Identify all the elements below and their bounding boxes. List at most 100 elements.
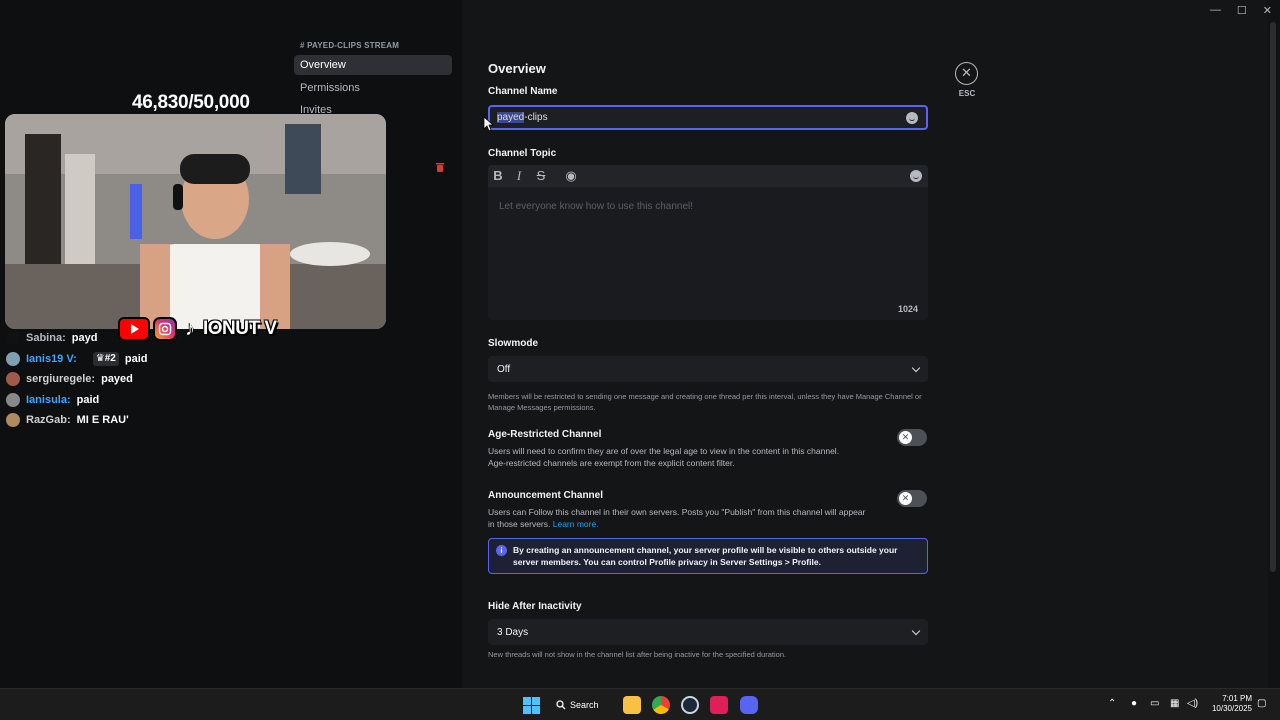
search-icon (556, 700, 566, 710)
slowmode-help: Members will be restricted to sending on… (488, 392, 922, 412)
slowmode-label: Slowmode (488, 338, 539, 349)
rank-badge: ♛ #2 (92, 351, 119, 366)
scrollbar[interactable] (1270, 22, 1276, 572)
age-restricted-toggle[interactable]: ✕ (897, 429, 927, 446)
toggle-off-icon: ✕ (899, 492, 912, 505)
discord-icon[interactable] (740, 696, 758, 714)
keyboard-icon[interactable]: ▭ (1150, 698, 1159, 709)
chat-avatar (6, 413, 20, 428)
microphone-icon[interactable]: ● (1131, 698, 1137, 709)
bold-icon[interactable]: B (491, 168, 505, 183)
format-toolbar: B I S ◉ (488, 165, 928, 187)
channel-name-input[interactable]: payed -clips (488, 105, 928, 130)
inactivity-label: Hide After Inactivity (488, 601, 582, 612)
topic-placeholder: Let everyone know how to use this channe… (499, 201, 694, 212)
esc-label: ESC (958, 89, 976, 98)
channel-topic-editor[interactable]: B I S ◉ Let everyone know how to use thi… (488, 165, 928, 320)
age-restricted-label: Age-Restricted Channel (488, 429, 602, 440)
goal-counter: 46,830/50,000 (132, 92, 250, 113)
chevron-down-icon (911, 363, 921, 373)
crown-icon: ♛ (95, 353, 105, 365)
taskbar: Search ⌃ ● ▭ ▦ ◁) 7:01 PM 10/30/2025 ▢ (0, 688, 1280, 720)
announcement-notice: i By creating an announcement channel, y… (488, 538, 928, 574)
info-icon: i (496, 545, 507, 556)
close-icon[interactable]: ✕ (955, 62, 978, 85)
chat-avatar (6, 372, 20, 387)
close-settings[interactable]: ✕ ESC (955, 62, 979, 98)
maximize-icon[interactable]: ☐ (1237, 4, 1247, 17)
volume-icon[interactable]: ◁) (1187, 698, 1198, 709)
chat-line: RazGab: MI E RAU' (6, 410, 306, 431)
input-text: -clips (524, 112, 548, 123)
delete-channel-icon[interactable] (436, 162, 444, 172)
badge-text: #2 (104, 353, 116, 365)
chat-message: payd (71, 332, 98, 345)
chrome-icon[interactable] (652, 696, 670, 714)
date: 10/30/2025 (1211, 704, 1252, 713)
tiktok-icon[interactable] (710, 696, 728, 714)
chat-message: payed (101, 373, 133, 386)
announcement-help-text: Users can Follow this channel in their o… (488, 507, 866, 529)
channel-name-label: Channel Name (488, 86, 558, 97)
spoiler-eye-icon[interactable]: ◉ (564, 168, 578, 184)
inactivity-value: 3 Days (497, 626, 529, 638)
notice-text: By creating an announcement channel, you… (513, 545, 898, 567)
mouse-cursor-icon (484, 117, 494, 131)
announcement-help: Users can Follow this channel in their o… (488, 506, 868, 530)
screen: 46,830/50,000 ♪ IONUT V Sabina: payd Ian… (0, 0, 1280, 720)
age-restricted-help-1: Users will need to confirm they are of o… (488, 446, 840, 456)
file-explorer-icon[interactable] (623, 696, 641, 714)
stream-chat: Sabina: payd Ianis19 V: ♛ #2 paid sergiur… (6, 328, 306, 431)
sidebar-item-invites[interactable]: Invites (294, 100, 452, 120)
char-count: 1024 (897, 304, 918, 314)
webcam-feed (5, 114, 386, 329)
learn-more-link[interactable]: Learn more. (553, 519, 599, 529)
chat-line: Ianis19 V: ♛ #2 paid (6, 349, 306, 370)
sidebar-channel-header: # PAYED-CLIPS STREAM (300, 41, 400, 50)
slowmode-value: Off (497, 363, 511, 375)
chat-username: Sabina: (26, 332, 66, 345)
chat-username: Ianis19 V: (26, 352, 77, 365)
chat-message: MI E RAU' (76, 414, 129, 427)
windows-start-icon[interactable] (523, 697, 540, 714)
strikethrough-icon[interactable]: S (534, 168, 548, 183)
chat-avatar (6, 351, 20, 366)
chevron-down-icon (911, 626, 921, 636)
taskbar-clock[interactable]: 7:01 PM 10/30/2025 (1204, 694, 1252, 714)
inactivity-help: New threads will not show in the channel… (488, 650, 787, 659)
minimize-icon[interactable]: — (1210, 4, 1221, 17)
settings-panel (462, 0, 1268, 688)
chat-line: sergiuregele: payed (6, 369, 306, 390)
chat-username: RazGab: (26, 414, 71, 427)
channel-topic-label: Channel Topic (488, 148, 557, 159)
steam-icon[interactable] (681, 696, 699, 714)
emoji-icon[interactable] (906, 112, 918, 124)
chat-line: Sabina: payd (6, 328, 306, 349)
sidebar-item-overview[interactable]: Overview (294, 55, 452, 75)
slowmode-select[interactable]: Off (488, 356, 928, 382)
chat-avatar (6, 392, 20, 407)
italic-icon[interactable]: I (512, 168, 526, 184)
emoji-icon[interactable] (910, 170, 922, 182)
network-icon[interactable]: ▦ (1170, 698, 1179, 709)
chevron-up-icon[interactable]: ⌃ (1108, 698, 1116, 709)
chat-avatar (6, 331, 20, 346)
chat-line: Ianisula: paid (6, 390, 306, 411)
page-title: Overview (488, 61, 546, 76)
chat-message: paid (76, 393, 100, 406)
window-controls: — ☐ ✕ (1210, 4, 1272, 17)
notification-icon[interactable]: ▢ (1257, 698, 1266, 709)
announcement-toggle[interactable]: ✕ (897, 490, 927, 507)
search-label: Search (570, 700, 599, 710)
sidebar-item-permissions[interactable]: Permissions (294, 78, 452, 98)
toggle-off-icon: ✕ (899, 431, 912, 444)
close-window-icon[interactable]: ✕ (1263, 4, 1272, 17)
announcement-label: Announcement Channel (488, 490, 604, 501)
selected-text: payed (497, 112, 525, 123)
taskbar-search[interactable]: Search (556, 695, 608, 715)
inactivity-select[interactable]: 3 Days (488, 619, 928, 645)
time: 7:01 PM (1222, 694, 1252, 703)
chat-username: sergiuregele: (26, 373, 96, 386)
chat-username: Ianisula: (26, 393, 71, 406)
age-restricted-help-2: Age-restricted channels are exempt from … (488, 458, 735, 468)
